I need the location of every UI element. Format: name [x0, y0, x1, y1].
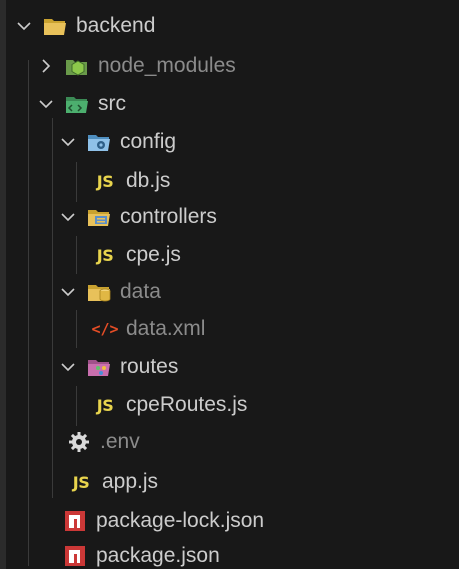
tree-item-label: package-lock.json [96, 509, 265, 532]
tree-item-config[interactable]: config [0, 123, 459, 161]
tree-item-controllers[interactable]: controllers [0, 198, 459, 236]
tree-item-label: node_modules [98, 54, 236, 77]
tree-item-package-json[interactable]: package.json [0, 537, 459, 569]
chevron-down-icon [60, 359, 76, 375]
tree-item-label: routes [120, 355, 179, 378]
javascript-file-icon: JS [72, 472, 90, 492]
tree-item-label: config [120, 130, 177, 153]
config-folder-icon [86, 130, 112, 154]
tree-item-cperoutes-js[interactable]: JS cpeRoutes.js [0, 386, 459, 424]
gear-icon [66, 430, 92, 454]
npm-icon [62, 509, 88, 533]
chevron-down-icon [60, 284, 76, 300]
tree-item-label: data [120, 280, 161, 303]
folder-open-icon [42, 14, 68, 38]
tree-item-env[interactable]: .env [0, 423, 459, 461]
node-folder-icon [64, 54, 90, 78]
tree-item-label: data.xml [126, 317, 206, 340]
tree-item-label: src [98, 92, 126, 115]
tree-item-db-js[interactable]: JS db.js [0, 162, 459, 200]
tree-item-label: backend [76, 14, 156, 37]
tree-item-label: db.js [126, 169, 171, 192]
javascript-file-icon: JS [96, 171, 114, 191]
chevron-down-icon [16, 18, 32, 34]
tree-item-label: cpe.js [126, 243, 181, 266]
tree-item-routes[interactable]: routes [0, 348, 459, 386]
tree-item-cpe-js[interactable]: JS cpe.js [0, 236, 459, 274]
chevron-down-icon [60, 209, 76, 225]
src-folder-icon [64, 92, 90, 116]
controllers-folder-icon [86, 205, 112, 229]
tree-item-label: .env [100, 430, 140, 453]
chevron-down-icon [38, 96, 54, 112]
npm-icon [62, 544, 88, 568]
tree-item-node-modules[interactable]: node_modules [0, 47, 459, 85]
tree-item-data[interactable]: data [0, 273, 459, 311]
tree-item-src[interactable]: src [0, 85, 459, 123]
data-folder-icon [86, 280, 112, 304]
tree-item-backend[interactable]: backend [0, 7, 459, 45]
file-explorer: backend node_modules src config JS db.js… [0, 0, 459, 569]
chevron-down-icon [60, 134, 76, 150]
chevron-right-icon [38, 58, 54, 74]
javascript-file-icon: JS [96, 245, 114, 265]
tree-item-data-xml[interactable]: </> data.xml [0, 310, 459, 348]
tree-item-label: package.json [96, 544, 220, 567]
javascript-file-icon: JS [96, 395, 114, 415]
tree-item-package-lock-json[interactable]: package-lock.json [0, 502, 459, 540]
xml-file-icon: </> [91, 320, 119, 338]
tree-item-label: controllers [120, 205, 217, 228]
routes-folder-icon [86, 355, 112, 379]
tree-item-label: app.js [102, 470, 159, 493]
tree-item-app-js[interactable]: JS app.js [0, 463, 459, 501]
tree-item-label: cpeRoutes.js [126, 393, 248, 416]
